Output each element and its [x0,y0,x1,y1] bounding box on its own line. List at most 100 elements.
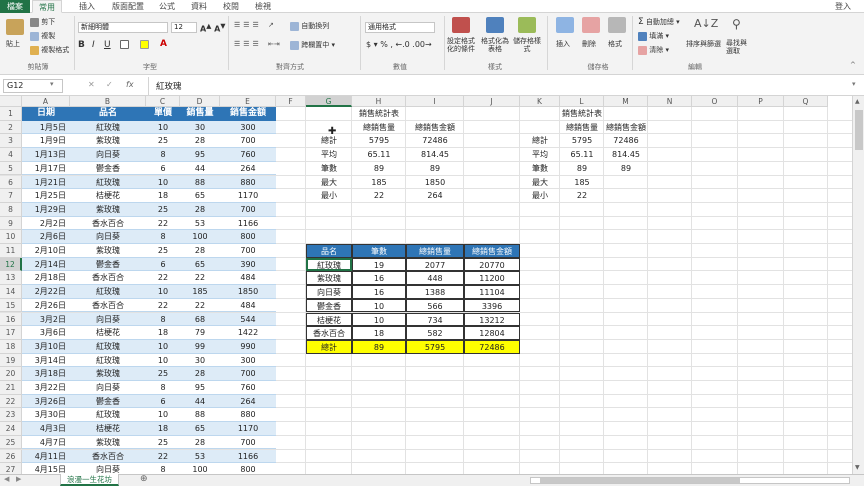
main-table-cell[interactable]: 3月2日 [22,312,70,327]
row-header-21[interactable]: 21 [0,381,22,395]
main-table-cell[interactable]: 100 [180,230,220,244]
delete-cells-button[interactable]: 刪除 [582,39,596,49]
tab-view[interactable]: 檢視 [250,0,276,13]
summary-total-cell[interactable]: 5795 [406,339,464,354]
main-table-cell[interactable]: 10 [146,175,180,190]
font-color-icon[interactable]: A [160,39,167,49]
main-table-cell[interactable]: 向日葵 [70,312,146,327]
stats1-value[interactable]: 1850 [406,176,464,190]
main-table-cell[interactable]: 紅玫瑰 [70,408,146,423]
main-table-cell[interactable]: 65 [180,257,220,272]
row-header-15[interactable]: 15 [0,298,22,313]
main-table-header[interactable]: 銷售金額 [220,107,276,121]
summary-cell[interactable]: 16 [352,271,406,286]
row-header-2[interactable]: 2 [0,120,22,135]
stats1-value[interactable]: 22 [352,189,406,203]
main-table-cell[interactable]: 紅玫瑰 [70,285,146,299]
font-size-select[interactable]: 12 [171,22,197,33]
main-table-cell[interactable]: 65 [180,189,220,203]
main-table-cell[interactable]: 紅玫瑰 [70,120,146,135]
row-header-11[interactable]: 11 [0,244,22,258]
main-table-cell[interactable]: 8 [146,463,180,474]
main-table-cell[interactable]: 紫玫瑰 [70,202,146,217]
main-table-cell[interactable]: 100 [180,463,220,474]
main-table-cell[interactable]: 484 [220,271,276,286]
row-header-17[interactable]: 17 [0,326,22,340]
format-painter-button[interactable]: 複製格式 [30,45,69,55]
main-table-cell[interactable]: 53 [180,216,220,231]
summary-cell[interactable]: 10 [352,312,406,327]
horizontal-scroll-thumb[interactable] [540,478,740,483]
main-table-cell[interactable]: 桔梗花 [70,422,146,436]
stats2-title[interactable]: 銷售統計表 [560,107,604,121]
row-header-14[interactable]: 14 [0,285,22,299]
tab-formulas[interactable]: 公式 [154,0,180,13]
underline-button[interactable]: U [104,40,111,50]
main-table-cell[interactable]: 桔梗花 [70,326,146,340]
stats2-value[interactable]: 5795 [560,134,604,148]
main-table-cell[interactable]: 30 [180,353,220,368]
main-table-cell[interactable]: 18 [146,189,180,203]
row-header-10[interactable]: 10 [0,230,22,244]
stats1-value[interactable]: 264 [406,189,464,203]
column-header-q[interactable]: Q [784,96,828,107]
main-table-cell[interactable]: 鬱金香 [70,394,146,409]
stats2-label[interactable]: 最小 [520,189,560,203]
stats1-col1[interactable]: 總銷售量 [352,121,406,135]
main-table-cell[interactable]: 68 [180,312,220,327]
stats1-title[interactable]: 銷售統計表 [352,107,406,121]
summary-header[interactable]: 筆數 [352,244,406,258]
currency-icon[interactable]: $ ▾ % , ←.0 .00→ [366,40,432,49]
main-table-cell[interactable]: 28 [180,134,220,149]
main-table-cell[interactable]: 22 [146,298,180,313]
stats1-value[interactable]: 65.11 [352,148,406,162]
tab-data[interactable]: 資料 [186,0,212,13]
main-table-cell[interactable]: 10 [146,339,180,354]
main-table-cell[interactable]: 1850 [220,285,276,299]
summary-cell[interactable]: 2077 [406,257,464,272]
stats1-value[interactable]: 185 [352,176,406,190]
main-table-cell[interactable]: 4月15日 [22,463,70,474]
main-table-cell[interactable]: 700 [220,134,276,149]
column-header-a[interactable]: A [22,96,70,107]
main-table-cell[interactable]: 3月18日 [22,367,70,381]
number-format-select[interactable]: 通用格式 [365,22,435,33]
main-table-cell[interactable]: 香水百合 [70,271,146,286]
cancel-icon[interactable]: ✕ [88,80,95,89]
main-table-cell[interactable]: 22 [180,271,220,286]
main-table-cell[interactable]: 3月10日 [22,339,70,354]
row-header-6[interactable]: 6 [0,175,22,190]
main-table-cell[interactable]: 44 [180,161,220,176]
main-table-cell[interactable]: 1月21日 [22,175,70,190]
autosum-button[interactable]: Σ 自動加總 ▾ [638,17,680,27]
main-table-header[interactable]: 單價 [146,107,180,121]
left-align-icon[interactable]: ☰☰☰ [234,40,262,48]
main-table-cell[interactable]: 800 [220,230,276,244]
summary-cell[interactable]: 20770 [464,257,520,272]
row-header-26[interactable]: 26 [0,449,22,464]
stats1-label[interactable]: 最大 [306,176,352,190]
row-header-19[interactable]: 19 [0,353,22,368]
vertical-scrollbar[interactable]: ▲ ▼ [852,96,864,474]
main-table-cell[interactable]: 1422 [220,326,276,340]
summary-header[interactable]: 總銷售金額 [464,244,520,258]
italic-button[interactable]: I [92,40,95,50]
tab-file[interactable]: 檔案 [0,0,30,13]
conditional-format-button[interactable]: 設定格式化的條件 [446,37,476,53]
column-header-j[interactable]: J [464,96,520,107]
summary-cell[interactable]: 紫玫瑰 [306,271,352,286]
main-table-cell[interactable]: 香水百合 [70,449,146,464]
main-table-cell[interactable]: 53 [180,449,220,464]
worksheet-grid[interactable]: ABCDEFGHIJKLMNOPQ 1 2 3 4 5 6 7 8 9 10 11 12 13 14 15 1… [0,96,852,474]
main-table-cell[interactable]: 10 [146,353,180,368]
main-table-cell[interactable]: 300 [220,353,276,368]
row-header-24[interactable]: 24 [0,422,22,436]
summary-cell[interactable]: 10 [352,298,406,313]
sign-in-link[interactable]: 登入 [830,0,856,13]
stats2-label[interactable]: 最大 [520,176,560,190]
main-table-cell[interactable]: 6 [146,161,180,176]
main-table-cell[interactable]: 264 [220,161,276,176]
main-table-cell[interactable]: 紅玫瑰 [70,339,146,354]
main-table-cell[interactable]: 向日葵 [70,463,146,474]
main-table-cell[interactable]: 1月13日 [22,148,70,162]
